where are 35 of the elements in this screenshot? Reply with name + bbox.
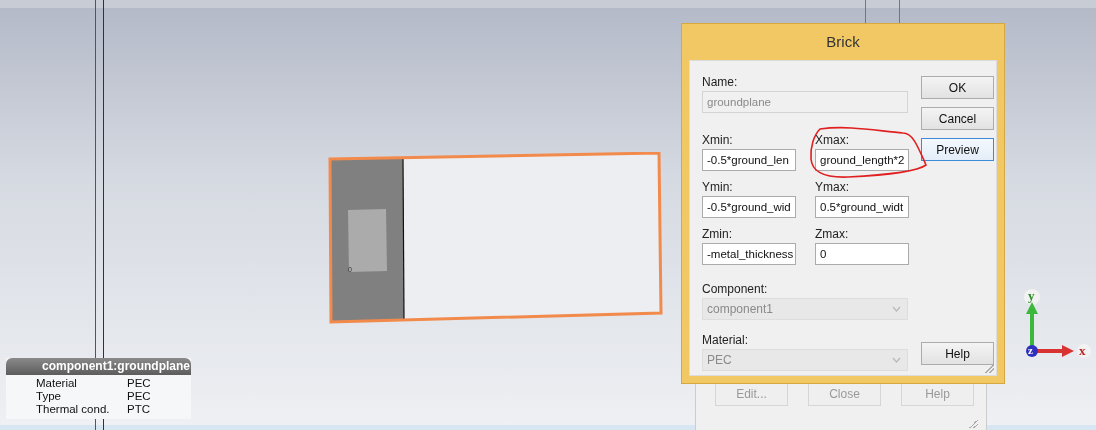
property-value: PEC <box>127 390 152 403</box>
caret-icon <box>892 357 901 363</box>
dialog-button[interactable]: Help <box>921 342 994 365</box>
field-label: Material: <box>702 334 749 347</box>
property-label: Type <box>36 390 62 403</box>
dialog-button[interactable]: Preview <box>921 138 994 161</box>
field-label: Name: <box>702 76 739 89</box>
field-label: Component: <box>702 283 769 296</box>
input-field[interactable]: ground_length*2 <box>815 149 909 171</box>
field-label: Ymin: <box>702 181 734 194</box>
property-label: Material <box>36 377 78 390</box>
field-label: Ymax: <box>815 181 850 194</box>
property-value: PTC <box>127 403 151 416</box>
input-field[interactable]: -metal_thickness <box>702 243 796 265</box>
dialog-button[interactable]: OK <box>921 76 994 99</box>
input-field[interactable]: 0.5*ground_widt <box>815 196 909 218</box>
info-panel-title: component1:groundplane <box>6 358 191 375</box>
resize-grip-icon[interactable] <box>984 363 994 373</box>
field-label: Zmax: <box>815 228 850 241</box>
input-field[interactable]: 0 <box>815 243 909 265</box>
dropdown-value: PEC <box>707 353 732 367</box>
field-label: Xmin: <box>702 134 734 147</box>
property-label: Thermal cond. <box>36 403 111 416</box>
field-label: Zmin: <box>702 228 733 241</box>
field-label: Xmax: <box>815 134 850 147</box>
property-value: PEC <box>127 377 152 390</box>
input-field[interactable]: -0.5*ground_wid <box>702 196 796 218</box>
dialog-button[interactable]: Cancel <box>921 107 994 130</box>
input-field[interactable]: -0.5*ground_len <box>702 149 796 171</box>
axis-label: z <box>1028 344 1033 357</box>
axis-label: x <box>1079 344 1086 357</box>
axis-label: y <box>1028 289 1035 302</box>
dropdown-value: component1 <box>707 302 774 316</box>
caret-icon <box>892 306 901 312</box>
dialog-title: Brick <box>825 32 861 52</box>
